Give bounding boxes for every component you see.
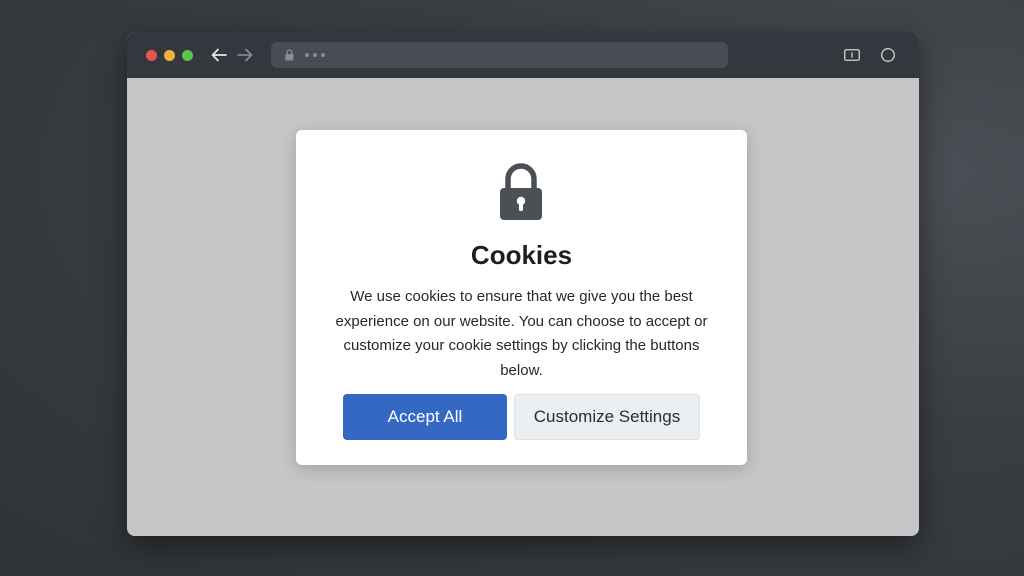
back-button[interactable] (209, 45, 229, 65)
lock-icon (285, 49, 294, 61)
circle-icon (881, 48, 895, 62)
cookie-consent-dialog: Cookies We use cookies to ensure that we… (296, 130, 747, 465)
close-window-button[interactable] (146, 50, 157, 61)
profile-button[interactable] (879, 46, 897, 64)
arrow-right-icon (237, 48, 253, 62)
forward-button[interactable] (235, 45, 255, 65)
customize-settings-button[interactable]: Customize Settings (514, 394, 700, 440)
sidebar-toggle-button[interactable] (843, 46, 861, 64)
minimize-window-button[interactable] (164, 50, 175, 61)
sidebar-icon (844, 49, 860, 61)
dialog-message: We use cookies to ensure that we give yo… (335, 288, 708, 379)
url-placeholder-dots (305, 53, 325, 57)
dialog-title: Cookies (470, 240, 573, 270)
accept-all-button[interactable]: Accept All (343, 394, 507, 440)
browser-titlebar (127, 32, 919, 78)
maximize-window-button[interactable] (182, 50, 193, 61)
lock-icon (500, 163, 542, 220)
address-bar[interactable] (271, 42, 728, 68)
arrow-left-icon (211, 48, 227, 62)
